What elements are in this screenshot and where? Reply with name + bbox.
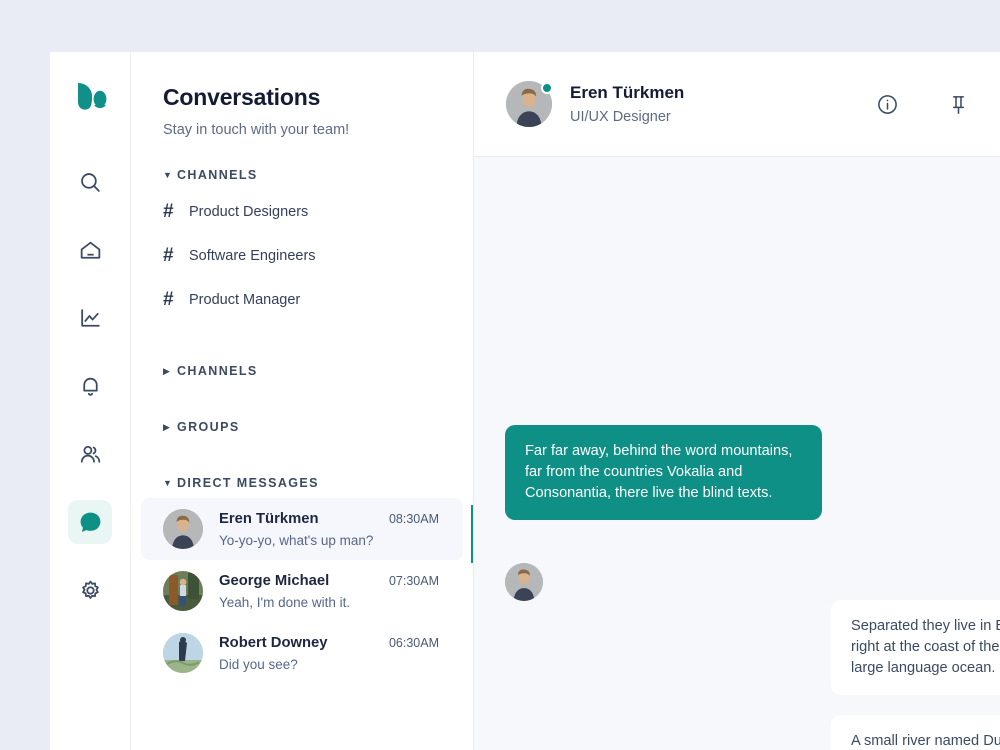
contact-name: Robert Downey [219, 634, 328, 651]
section-label: CHANNELS [177, 168, 258, 182]
channel-label: Software Engineers [189, 248, 316, 264]
list-item-content: Eren Türkmen 08:30AM Yo-yo-yo, what's up… [219, 511, 439, 548]
chevron-down-icon [163, 171, 177, 180]
avatar [163, 571, 203, 611]
section-label: CHANNELS [177, 364, 258, 378]
chevron-down-icon [163, 479, 177, 488]
chat-panel: Eren Türkmen UI/UX Designer Far far away… [474, 52, 1000, 750]
message-bubble: A small river named Duden flows by their… [831, 715, 1000, 750]
status-badge [541, 82, 553, 94]
info-circle-icon[interactable] [876, 93, 899, 116]
chat-contact-info: Eren Türkmen UI/UX Designer [570, 83, 684, 125]
section-header-channels-collapsed[interactable]: CHANNELS [131, 360, 473, 382]
message-preview: Yo-yo-yo, what's up man? [219, 532, 374, 548]
chevron-right-icon [163, 423, 177, 432]
message-preview: Yeah, I'm done with it. [219, 594, 351, 610]
section-header-direct-messages[interactable]: DIRECT MESSAGES [131, 472, 473, 494]
direct-messages-list: Eren Türkmen 08:30AM Yo-yo-yo, what's up… [131, 498, 473, 684]
list-item[interactable]: Robert Downey 06:30AM Did you see? [141, 622, 463, 684]
conversations-header: Conversations Stay in touch with your te… [131, 52, 473, 138]
channel-item-product-designers[interactable]: # Product Designers [131, 190, 473, 234]
hash-icon: # [163, 201, 174, 222]
sidebar-item-chat[interactable] [68, 500, 112, 544]
hash-icon: # [163, 245, 174, 266]
chat-header: Eren Türkmen UI/UX Designer [474, 52, 1000, 157]
channel-item-software-engineers[interactable]: # Software Engineers [131, 234, 473, 278]
section-label: GROUPS [177, 420, 240, 434]
avatar [505, 563, 543, 601]
list-item-content: George Michael 07:30AM Yeah, I'm done wi… [219, 573, 439, 610]
conversations-panel: Conversations Stay in touch with your te… [131, 52, 474, 750]
contact-name: Eren Türkmen [570, 83, 685, 102]
pin-icon[interactable] [947, 93, 970, 116]
page-title: Conversations [163, 84, 321, 110]
list-item[interactable]: Eren Türkmen 08:30AM Yo-yo-yo, what's up… [141, 498, 473, 563]
list-item-content: Robert Downey 06:30AM Did you see? [219, 635, 439, 672]
app-window: Conversations Stay in touch with your te… [50, 52, 1000, 750]
timestamp: 06:30AM [388, 635, 439, 650]
channel-label: Product Designers [189, 204, 309, 220]
list-item[interactable]: George Michael 07:30AM Yeah, I'm done wi… [141, 560, 463, 622]
timestamp: 07:30AM [388, 573, 439, 588]
sidebar-item-settings[interactable] [68, 568, 112, 612]
icon-rail [50, 52, 131, 750]
section-header-channels-expanded[interactable]: CHANNELS [131, 164, 473, 186]
avatar [163, 633, 203, 673]
channel-label: Product Manager [189, 292, 301, 308]
sidebar-item-analytics[interactable] [68, 296, 112, 340]
avatar [506, 81, 553, 127]
page-subtitle: Stay in touch with your team! [163, 122, 350, 138]
section-label: DIRECT MESSAGES [177, 476, 319, 490]
sidebar-item-notifications[interactable] [68, 364, 112, 408]
contact-role: UI/UX Designer [570, 109, 671, 125]
sidebar-item-search[interactable] [68, 160, 112, 204]
message-preview: Did you see? [219, 656, 298, 672]
channel-item-product-manager[interactable]: # Product Manager [131, 278, 473, 322]
contact-name: George Michael [219, 572, 330, 589]
avatar [163, 509, 203, 549]
timestamp: 08:30AM [388, 511, 439, 526]
message-bubble: Separated they live in Bookmarksgrove ri… [831, 600, 1000, 695]
message-list: Far far away, behind the word mountains,… [474, 157, 1000, 750]
chevron-right-icon [163, 367, 177, 376]
section-header-groups[interactable]: GROUPS [131, 416, 473, 438]
hash-icon: # [163, 289, 174, 310]
sidebar-item-home[interactable] [68, 228, 112, 272]
message-bubble: Far far away, behind the word mountains,… [505, 425, 822, 520]
contact-name: Eren Türkmen [219, 510, 319, 527]
leaf-logo [72, 78, 108, 114]
sidebar-item-people[interactable] [68, 432, 112, 476]
